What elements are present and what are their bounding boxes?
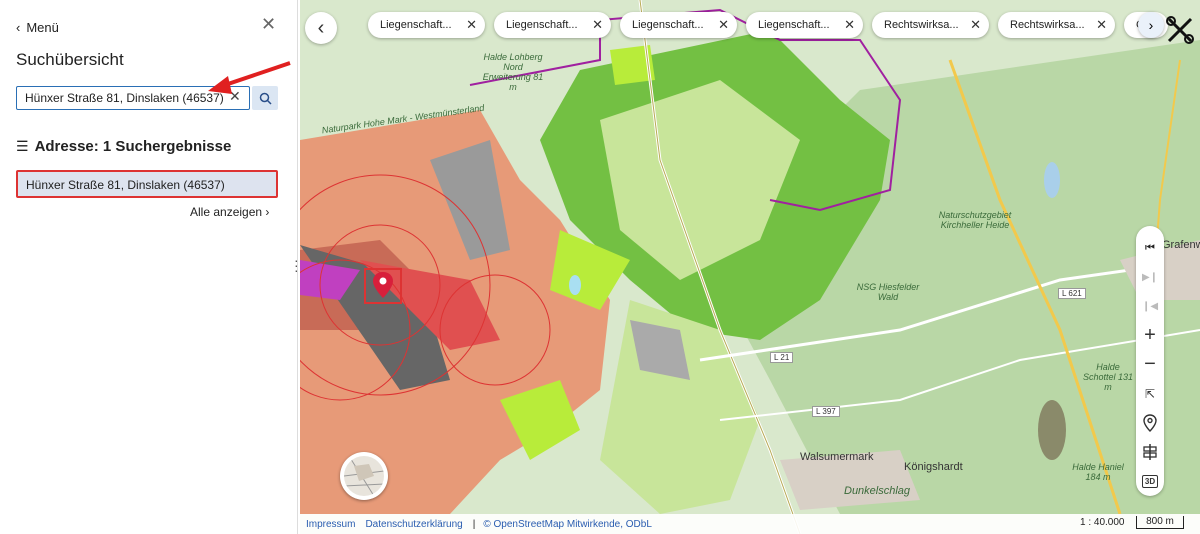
- filter-chip[interactable]: Rechtswirksa... ✕: [872, 12, 989, 38]
- close-icon[interactable]: ✕: [844, 17, 855, 33]
- close-icon[interactable]: ✕: [592, 17, 603, 33]
- results-heading-text: Adresse: 1 Suchergebnisse: [34, 138, 232, 155]
- close-icon[interactable]: ✕: [970, 17, 981, 33]
- next-icon[interactable]: ▶❙: [1142, 263, 1158, 292]
- map-canvas: [300, 0, 1200, 534]
- annotation-arrow-icon: [208, 61, 291, 94]
- overview-map-button[interactable]: [340, 452, 388, 500]
- location-icon[interactable]: [1143, 409, 1157, 438]
- fullscreen-icon[interactable]: ⇱: [1145, 380, 1155, 409]
- 3d-label: 3D: [1141, 474, 1159, 488]
- sidebar-title: Suchübersicht: [16, 50, 124, 69]
- panel-resize-handle[interactable]: · · ·: [294, 253, 299, 277]
- map-label-halde: Halde Lohberg Nord Erweiterung 81 m: [482, 52, 544, 92]
- filter-chip[interactable]: Liegenschaft... ✕: [746, 12, 863, 38]
- chip-label: Liegenschaft...: [632, 19, 704, 31]
- datenschutz-link[interactable]: Datenschutzerklärung: [365, 519, 462, 530]
- map-scale: 1 : 40.000: [1080, 517, 1125, 528]
- previous-icon[interactable]: ❙◀: [1142, 292, 1158, 321]
- map-label-nsg-hiesfelder: NSG Hiesfelder Wald: [856, 282, 920, 302]
- map-label-dunkelschlag: Dunkelschlag: [844, 485, 911, 497]
- map-toolbar: ⏮ ▶❙ ❙◀ + − ⇱ 3D: [1136, 226, 1164, 496]
- filter-chips: Liegenschaft... ✕ Liegenschaft... ✕ Liegen…: [368, 12, 1168, 38]
- map-label-nsg-kirchheller: Naturschutzgebiet Kirchheller Heide: [938, 210, 1012, 230]
- tools-icon[interactable]: [1166, 16, 1194, 44]
- road-label-l621: L 621: [1058, 288, 1086, 299]
- chevron-right-icon: ›: [1148, 17, 1154, 33]
- close-icon[interactable]: ✕: [1096, 17, 1107, 33]
- filter-chip[interactable]: Rechtswirksa... ✕: [998, 12, 1115, 38]
- chip-label: Rechtswirksa...: [1010, 19, 1085, 31]
- scale-bar: 800 m: [1136, 516, 1184, 529]
- filter-chip[interactable]: Liegenschaft... ✕: [620, 12, 737, 38]
- footer-separator: |: [472, 518, 476, 530]
- map-label-grafenwald: Grafenw: [1162, 239, 1200, 251]
- show-all-label: Alle anzeigen: [190, 205, 263, 219]
- show-all-link[interactable]: Alle anzeigen ›: [190, 205, 269, 219]
- result-item[interactable]: Hünxer Straße 81, Dinslaken (46537): [16, 170, 278, 198]
- chip-label: Rechtswirksa...: [884, 19, 959, 31]
- impressum-link[interactable]: Impressum: [306, 519, 355, 530]
- chips-next-button[interactable]: ›: [1138, 12, 1164, 38]
- chip-label: Liegenschaft...: [380, 19, 452, 31]
- menu-label: Menü: [26, 20, 59, 35]
- close-sidebar-icon[interactable]: ✕: [261, 14, 276, 35]
- overview-map-thumbnail: [344, 456, 384, 496]
- map-label-halde-schottel: Halde Schottel 131 m: [1082, 362, 1134, 392]
- list-icon: ☰: [16, 138, 29, 154]
- results-heading: ☰ Adresse: 1 Suchergebnisse: [16, 138, 231, 155]
- map-label-walsumermark: Walsumermark: [800, 451, 874, 463]
- chip-label: Liegenschaft...: [758, 19, 830, 31]
- close-icon[interactable]: ✕: [718, 17, 729, 33]
- menu-back-link[interactable]: ‹ Menü: [16, 20, 59, 35]
- signpost-glyph-icon: [1143, 444, 1157, 461]
- signpost-icon[interactable]: [1142, 438, 1158, 467]
- zoom-out-icon[interactable]: −: [1144, 350, 1156, 379]
- close-icon[interactable]: ✕: [466, 17, 477, 33]
- 3d-icon[interactable]: 3D: [1141, 467, 1159, 496]
- zoom-in-icon[interactable]: +: [1144, 321, 1156, 350]
- road-label-l397: L 397: [812, 406, 840, 417]
- filter-chip[interactable]: Liegenschaft... ✕: [494, 12, 611, 38]
- chip-label: Liegenschaft...: [506, 19, 578, 31]
- location-outline-icon: [1143, 414, 1157, 433]
- chevron-left-icon: ‹: [16, 20, 21, 35]
- filter-chip[interactable]: Liegenschaft... ✕: [368, 12, 485, 38]
- first-icon[interactable]: ⏮: [1145, 234, 1155, 263]
- osm-attribution-link[interactable]: © OpenStreetMap Mitwirkende, ODbL: [483, 519, 652, 530]
- map-footer: Impressum Datenschutzerklärung | © OpenS…: [300, 514, 1200, 534]
- map-label-halde-haniel: Halde Haniel 184 m: [1072, 462, 1124, 482]
- back-button[interactable]: ‹: [305, 12, 337, 44]
- road-label-l21: L 21: [770, 352, 794, 363]
- chevron-right-icon: ›: [265, 205, 270, 219]
- map-label-koenigshardt: Königshardt: [904, 461, 963, 473]
- location-pin-icon[interactable]: [373, 272, 393, 298]
- chevron-left-icon: ‹: [317, 16, 325, 39]
- sidebar: ‹ Menü ✕ Suchübersicht ✕ ☰ Adresse: 1 Su…: [0, 0, 299, 534]
- map-view[interactable]: Halde Lohberg Nord Erweiterung 81 m Natu…: [300, 0, 1200, 534]
